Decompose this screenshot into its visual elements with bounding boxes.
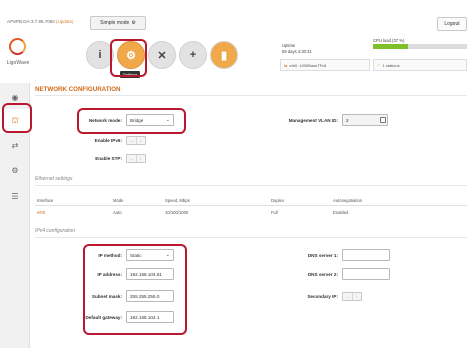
toggle-on: l [135, 137, 146, 144]
cell-speed: 10/100/1000 [165, 210, 189, 215]
col-duplex: Duplex [271, 198, 285, 203]
enable-ipv6-toggle[interactable]: — l [126, 136, 146, 145]
logo-ring-icon [9, 38, 26, 55]
table-row[interactable]: eth0 Auto 10/100/1000 Full Enabled [35, 207, 467, 218]
firmware-update-link[interactable]: (Update) [56, 19, 74, 24]
dns-server-2-label: DNS server 2: [307, 272, 338, 277]
firmware-version: APSPB.DA-3.7.95.7050 (Update) [7, 19, 74, 24]
stations-status[interactable]: ◠ 1 stations [373, 59, 467, 71]
secondary-ip-label: Secondary IP: [307, 294, 338, 299]
battery-icon[interactable]: ▮ [210, 41, 238, 69]
ipv4-divider [35, 237, 467, 238]
cell-duplex: Full [271, 210, 278, 215]
sidebar-item-routing[interactable]: ⇄ [0, 133, 30, 157]
sidebar-item-system[interactable]: ☰ [0, 184, 30, 208]
ipv4-config-heading: IPv4 configuration [35, 228, 76, 234]
simple-mode-label: Simple mode [100, 20, 130, 26]
page-title: NETWORK CONFIGURATION [35, 86, 121, 93]
enable-ipv6-label: Enable IPv6: [94, 138, 122, 143]
simple-mode-button[interactable]: Simple mode ⚙ [90, 16, 146, 30]
ethernet-settings-heading: Ethernet settings [35, 176, 73, 182]
title-divider [35, 95, 467, 96]
settings-highlight [110, 39, 147, 77]
cpu-load-fill [373, 44, 408, 49]
enable-stp-label: Enable STP: [95, 156, 122, 161]
cell-interface[interactable]: eth0 [37, 210, 45, 215]
ethernet-divider [35, 185, 467, 186]
wireless-icon: ◉ [11, 92, 19, 102]
system-icon: ☰ [11, 191, 19, 201]
logout-button[interactable]: Logout [437, 17, 467, 31]
mgmt-vlan-label: Management VLAN ID: [288, 118, 338, 123]
ipv4-fields-highlight [83, 244, 187, 335]
medical-kit-icon[interactable]: + [179, 41, 207, 69]
toggle-off: — [345, 294, 350, 299]
uptime-value: 59 days 4:30:31 [282, 49, 312, 54]
tools-icon[interactable]: ✕ [148, 41, 176, 69]
ethernet-status[interactable]: ⇆ eth0: 1000BaseTFull [280, 59, 370, 71]
ethernet-table-header: Interface Mode Speed, Mbps Duplex Autone… [35, 196, 467, 206]
col-speed: Speed, Mbps [165, 198, 190, 203]
brand-name: LigoWave [6, 60, 30, 66]
toggle-off: — [129, 156, 134, 161]
stations-count: 1 stations [382, 62, 400, 68]
brand-logo: LigoWave [4, 38, 32, 72]
firmware-text: APSPB.DA-3.7.95.7050 [7, 19, 55, 24]
status-panel: Uptime 59 days 4:30:31 CPU load (37 %) ⇆… [279, 38, 467, 74]
col-interface: Interface [37, 198, 54, 203]
battery-glyph: ▮ [220, 49, 228, 62]
dns-server-1-input[interactable] [342, 249, 390, 261]
gear-icon: ⚙ [131, 20, 136, 26]
routing-icon: ⇄ [11, 140, 19, 150]
info-glyph: i [98, 49, 102, 61]
ethernet-icon: ⇆ [284, 62, 288, 68]
toggle-on: l [135, 155, 146, 162]
col-autoneg: Autonegotiation [333, 198, 363, 203]
dns-server-1-label: DNS server 1: [307, 253, 338, 258]
secondary-ip-toggle[interactable]: — l [342, 292, 362, 301]
cpu-load-bar [373, 44, 467, 49]
uptime-label: Uptime [282, 43, 296, 48]
cpu-load-label: CPU load (37 %) [373, 38, 405, 43]
network-mode-highlight [77, 108, 186, 134]
mgmt-vlan-value: 2 [346, 117, 349, 123]
dns-server-2-input[interactable] [342, 268, 390, 280]
cell-autoneg: Enabled [333, 210, 349, 215]
toggle-off: — [129, 138, 134, 143]
toggle-on: l [351, 293, 362, 300]
tools-glyph: ✕ [157, 49, 167, 62]
col-mode: Mode [113, 198, 124, 203]
mgmt-vlan-checkbox[interactable] [380, 117, 386, 123]
enable-stp-toggle[interactable]: — l [126, 154, 146, 163]
medical-glyph: + [189, 49, 197, 61]
ethernet-status-text: eth0: 1000BaseTFull [289, 62, 327, 68]
top-strip: APSPB.DA-3.7.95.7050 (Update) Simple mod… [0, 0, 474, 34]
network-nav-highlight [2, 103, 32, 133]
wifi-icon: ◠ [377, 62, 381, 68]
cell-mode: Auto [113, 210, 122, 215]
sidebar-item-services[interactable]: ⚙ [0, 158, 30, 182]
services-icon: ⚙ [11, 165, 19, 175]
